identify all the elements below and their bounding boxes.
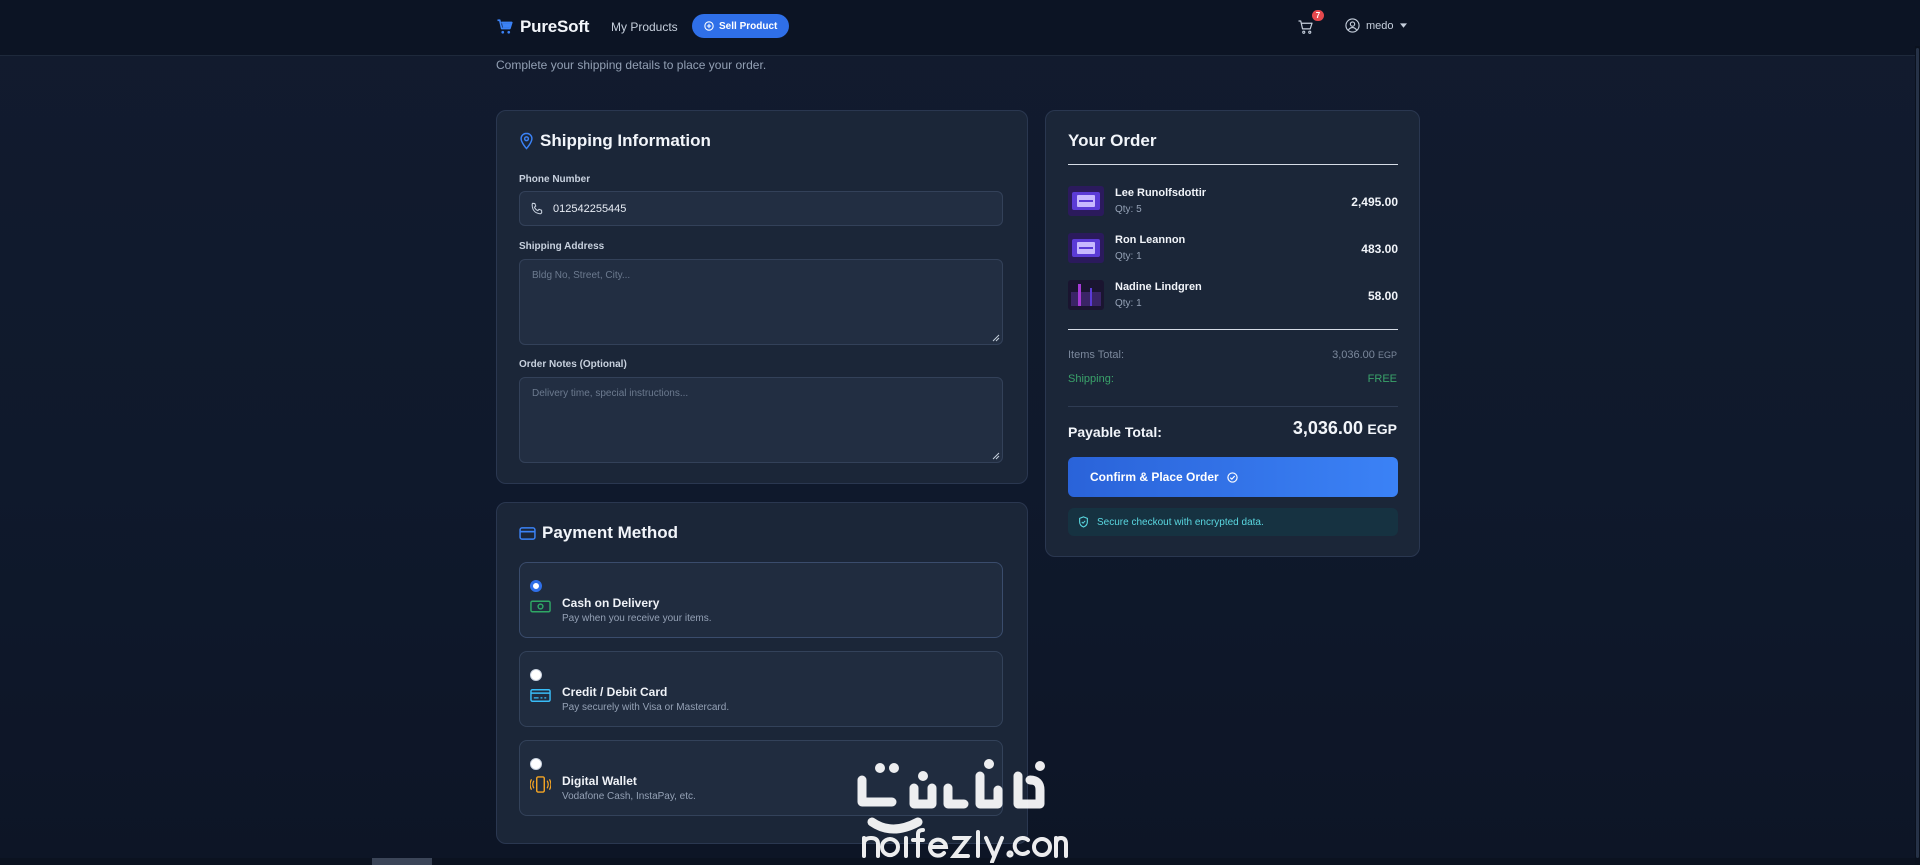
order-item: Lee Runolfsdottir Qty: 5 2,495.00 (1068, 183, 1398, 223)
order-title: Your Order (1068, 131, 1157, 150)
payment-option-title: Credit / Debit Card (562, 685, 668, 699)
shipping-information-card: Shipping Information Phone Number 012542… (496, 110, 1028, 484)
cash-icon (530, 600, 551, 613)
product-thumbnail (1068, 233, 1104, 263)
resize-handle-icon[interactable] (992, 452, 1000, 460)
chevron-down-icon (1399, 23, 1407, 28)
items-total-label: Items Total: (1068, 349, 1125, 361)
item-qty: Qty: 1 (1115, 251, 1142, 262)
payable-total-value: 3,036.00 EGP (1293, 418, 1397, 439)
shield-icon (1079, 516, 1088, 528)
items-total-amount: 3,036.00 (1332, 349, 1375, 361)
payment-option-desc: Pay when you receive your items. (562, 613, 712, 624)
phone-icon (531, 202, 543, 214)
shipping-value: FREE (1367, 373, 1397, 385)
secure-text: Secure checkout with encrypted data. (1097, 516, 1264, 528)
check-circle-icon (1227, 471, 1238, 483)
secure-checkout-note: Secure checkout with encrypted data. (1068, 508, 1398, 536)
brand-name: PureSoft (520, 17, 590, 36)
top-navbar: PureSoft My Products Sell Product 7 medo (0, 0, 1920, 56)
shopping-cart-logo-icon (497, 19, 513, 34)
resize-handle-icon[interactable] (992, 334, 1000, 342)
mobile-wallet-icon (530, 776, 551, 793)
order-item: Ron Leannon Qty: 1 483.00 (1068, 230, 1398, 270)
nafezly-watermark-logo (857, 759, 1068, 863)
address-placeholder: Bldg No, Street, City... (532, 270, 631, 281)
sell-product-button[interactable]: Sell Product (692, 14, 790, 38)
address-field[interactable]: Bldg No, Street, City... (519, 259, 1003, 345)
payable-total-amount: 3,036.00 (1292, 418, 1363, 438)
item-qty: Qty: 1 (1115, 298, 1142, 309)
radio-cash[interactable] (530, 580, 542, 592)
payable-total-label: Payable Total: (1068, 424, 1162, 440)
brand-logo[interactable]: PureSoft (496, 17, 589, 37)
credit-card-title-icon (519, 526, 536, 540)
product-thumbnail (1068, 280, 1104, 310)
items-divider (1068, 329, 1398, 330)
horizontal-scrollbar-thumb[interactable] (372, 858, 432, 865)
radio-wallet[interactable] (530, 758, 542, 770)
order-item: Nadine Lindgren Qty: 1 58.00 (1068, 277, 1398, 317)
phone-label: Phone Number (519, 174, 591, 185)
map-pin-icon (520, 132, 533, 150)
cart-icon[interactable] (1297, 18, 1315, 36)
nav-link-my-products[interactable]: My Products (611, 20, 678, 34)
product-thumbnail (1068, 186, 1104, 216)
payment-option-desc: Pay securely with Visa or Mastercard. (562, 702, 730, 713)
payment-option-cash[interactable]: Cash on Delivery Pay when you receive yo… (519, 562, 1003, 638)
confirm-place-order-button[interactable]: Confirm & Place Order (1068, 457, 1398, 497)
item-price: 58.00 (1367, 289, 1398, 303)
cart-count-badge: 7 (1312, 10, 1324, 21)
payment-option-desc: Vodafone Cash, InstaPay, etc. (562, 791, 696, 802)
payment-title-text: Payment Method (542, 523, 679, 542)
order-summary-card: Your Order Lee Runolfsdottir Qty: 5 2,49… (1045, 110, 1420, 557)
notes-placeholder: Delivery time, special instructions... (532, 388, 689, 399)
payment-option-title: Cash on Delivery (562, 596, 660, 610)
shipping-label: Shipping: (1068, 373, 1114, 385)
radio-card[interactable] (530, 669, 542, 681)
order-notes-field[interactable]: Delivery time, special instructions... (519, 377, 1003, 463)
order-title-divider (1068, 164, 1398, 165)
phone-field[interactable]: 012542255445 (519, 191, 1003, 226)
items-total-currency: EGP (1377, 350, 1397, 360)
item-name: Nadine Lindgren (1115, 281, 1202, 293)
payment-title: Payment Method (519, 523, 678, 543)
notes-label: Order Notes (Optional) (519, 359, 627, 370)
payment-option-card[interactable]: Credit / Debit Card Pay securely with Vi… (519, 651, 1003, 727)
shipping-title: Shipping Information (519, 131, 711, 151)
item-name: Lee Runolfsdottir (1115, 187, 1207, 199)
payment-option-title: Digital Wallet (562, 774, 637, 788)
sell-product-label: Sell Product (719, 20, 778, 32)
username: medo (1366, 19, 1394, 32)
summary-divider (1068, 406, 1398, 407)
plus-circle-icon (704, 21, 714, 31)
item-price: 483.00 (1361, 242, 1398, 256)
item-qty: Qty: 5 (1115, 204, 1142, 215)
shipping-title-text: Shipping Information (540, 131, 711, 150)
vertical-scrollbar-thumb[interactable] (1916, 48, 1919, 858)
item-name: Ron Leannon (1115, 234, 1186, 246)
confirm-label: Confirm & Place Order (1090, 470, 1219, 484)
items-total-value: 3,036.00 EGP (1332, 349, 1397, 361)
credit-card-icon (530, 689, 551, 702)
navbar-inner: PureSoft My Products Sell Product 7 medo (496, 0, 1416, 56)
page-subtitle: Complete your shipping details to place … (496, 58, 767, 72)
user-menu[interactable]: medo (1345, 18, 1407, 33)
item-price: 2,495.00 (1351, 195, 1398, 209)
address-label: Shipping Address (519, 241, 605, 252)
phone-value: 012542255445 (553, 202, 627, 215)
user-avatar-icon (1345, 18, 1360, 33)
payable-total-currency: EGP (1367, 421, 1397, 437)
